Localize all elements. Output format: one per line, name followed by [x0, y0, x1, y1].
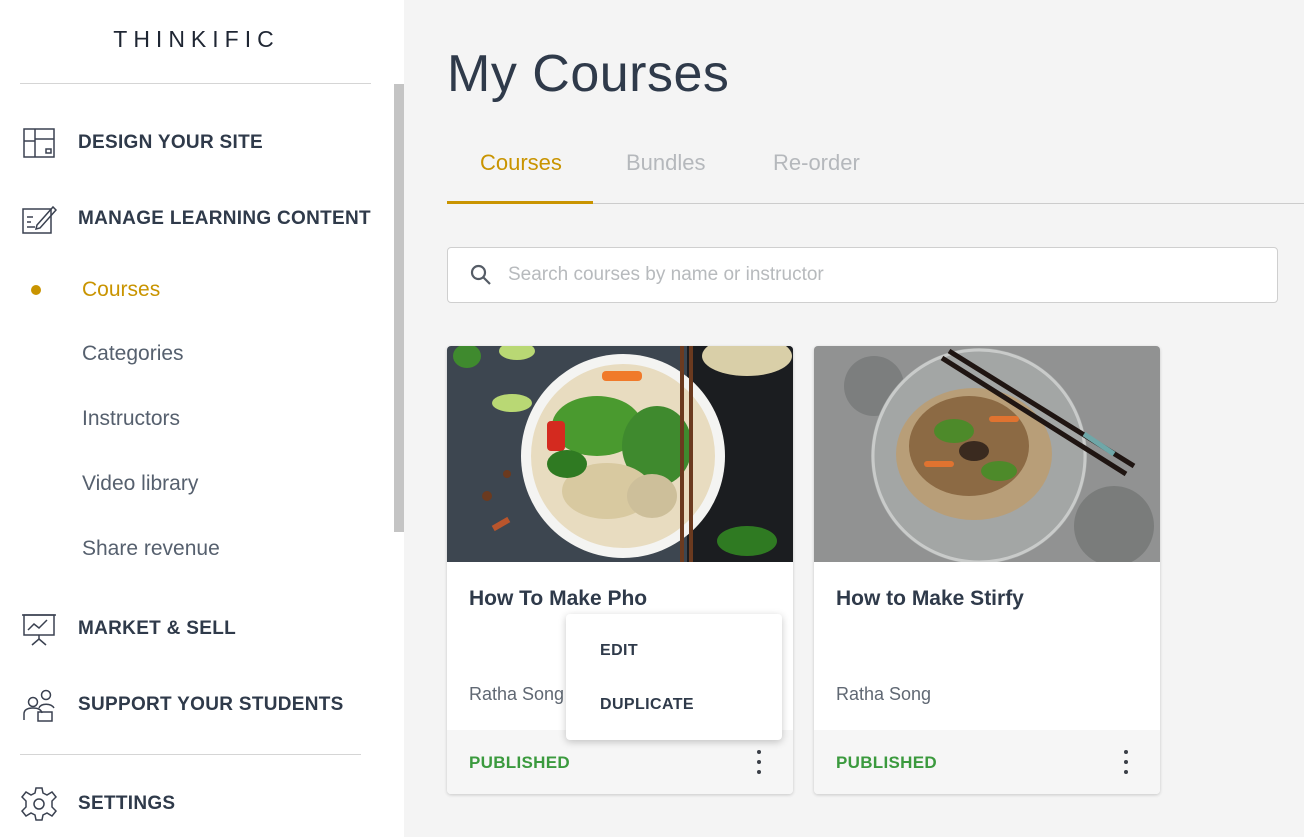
sidebar-item-manage-learning-content[interactable]: MANAGE LEARNING CONTENT	[20, 199, 390, 239]
sidebar-item-label: SETTINGS	[78, 793, 176, 814]
page-title: My Courses	[447, 45, 730, 103]
gear-icon	[20, 785, 58, 823]
more-options-icon[interactable]	[749, 750, 769, 774]
tab-bundles[interactable]: Bundles	[626, 150, 706, 176]
more-options-icon[interactable]	[1116, 750, 1136, 774]
tab-reorder[interactable]: Re-order	[773, 150, 860, 176]
sidebar-item-support-your-students[interactable]: SUPPORT YOUR STUDENTS	[20, 685, 390, 725]
course-card-footer: PUBLISHED	[814, 730, 1160, 794]
sidebar-subitem-courses[interactable]: Courses	[82, 278, 160, 302]
thinkific-logo[interactable]: THINKIFIC	[0, 26, 393, 53]
menu-item-edit[interactable]: EDIT	[600, 642, 638, 660]
course-author: Ratha Song	[836, 684, 932, 704]
students-icon	[20, 686, 58, 724]
search-icon	[470, 264, 492, 286]
app-window: THINKIFIC DESIGN YOUR SITE MANAGE LEARNI…	[0, 0, 1304, 837]
search-input[interactable]	[506, 263, 1270, 287]
tab-courses[interactable]: Courses	[480, 150, 562, 176]
sidebar-item-label: SUPPORT YOUR STUDENTS	[78, 694, 344, 715]
course-context-menu: EDIT DUPLICATE	[566, 614, 782, 740]
sidebar-item-market-and-sell[interactable]: MARKET & SELL	[20, 609, 390, 649]
sidebar-divider-top	[20, 83, 371, 84]
sidebar: THINKIFIC DESIGN YOUR SITE MANAGE LEARNI…	[0, 0, 404, 837]
active-indicator-dot	[31, 285, 41, 295]
sidebar-item-label: MARKET & SELL	[78, 618, 237, 639]
menu-item-duplicate[interactable]: DUPLICATE	[600, 696, 694, 714]
status-badge: PUBLISHED	[836, 753, 937, 772]
sidebar-subitem-categories[interactable]: Categories	[82, 342, 184, 366]
presentation-chart-icon	[20, 610, 58, 648]
tab-bar: Courses Bundles Re-order	[447, 130, 1304, 204]
sidebar-item-design-your-site[interactable]: DESIGN YOUR SITE	[20, 123, 390, 163]
course-card-stirfy[interactable]: How to Make Stirfy Ratha Song PUBLISHED	[814, 346, 1160, 794]
course-author: Ratha Song	[469, 684, 565, 704]
sidebar-item-label: DESIGN YOUR SITE	[78, 132, 263, 153]
sidebar-subitem-video-library[interactable]: Video library	[82, 472, 198, 496]
search-box	[447, 247, 1278, 303]
edit-content-icon	[20, 200, 58, 238]
sidebar-item-label: MANAGE LEARNING CONTENT	[78, 208, 371, 229]
sidebar-divider-bottom	[20, 754, 361, 755]
sidebar-subitem-share-revenue[interactable]: Share revenue	[82, 537, 220, 561]
sidebar-subitem-instructors[interactable]: Instructors	[82, 407, 180, 431]
course-thumbnail-pho[interactable]	[447, 346, 793, 562]
sidebar-scrollbar[interactable]	[394, 84, 404, 532]
sidebar-item-settings[interactable]: SETTINGS	[20, 784, 390, 824]
active-tab-underline	[447, 201, 593, 204]
layout-icon	[20, 124, 58, 162]
course-title[interactable]: How To Make Pho	[469, 587, 647, 611]
course-thumbnail-stirfy[interactable]	[814, 346, 1160, 562]
status-badge: PUBLISHED	[469, 753, 570, 772]
course-title[interactable]: How to Make Stirfy	[836, 587, 1024, 611]
